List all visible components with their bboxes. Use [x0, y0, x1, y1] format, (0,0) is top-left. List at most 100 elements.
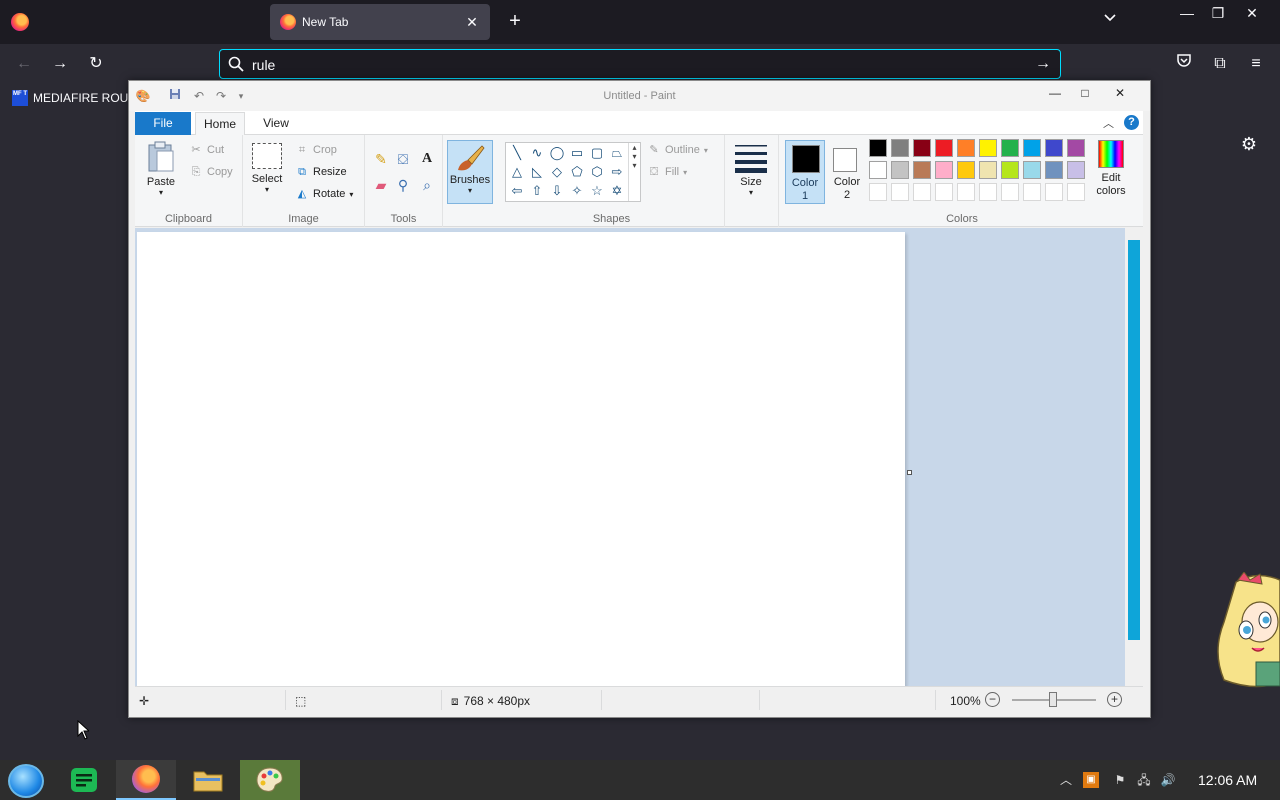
- canvas-resize-handle[interactable]: [907, 470, 912, 475]
- copy-button[interactable]: ⎘ Copy: [189, 165, 233, 179]
- brushes-dropdown-icon[interactable]: ▾: [448, 186, 492, 195]
- close-tab-icon[interactable]: ✕: [462, 12, 482, 32]
- status-divider: [601, 690, 602, 710]
- tab-view[interactable]: View: [251, 112, 301, 135]
- paste-button[interactable]: Paste ▾: [141, 141, 181, 197]
- four-point-star-shape-icon[interactable]: ✧: [568, 182, 586, 200]
- taskbar-notes-app[interactable]: [54, 760, 114, 800]
- left-arrow-shape-icon[interactable]: ⇦: [508, 182, 526, 200]
- new-tab-button[interactable]: +: [504, 10, 526, 32]
- triangle-shape-icon[interactable]: △: [508, 163, 526, 181]
- outline-dropdown-icon: ▾: [703, 145, 708, 155]
- bookmark-mediafire[interactable]: MF T MEDIAFIRE ROULE: [12, 89, 143, 107]
- zoom-in-icon[interactable]: +: [1107, 692, 1122, 707]
- url-input[interactable]: rule: [252, 57, 275, 73]
- up-arrow-shape-icon[interactable]: ⇧: [528, 182, 546, 200]
- paint-title-bar[interactable]: 🎨 ↶ ↷ ▾ Untitled - Paint — □ ✕: [129, 81, 1150, 111]
- volume-speaker-icon[interactable]: 🔊: [1160, 772, 1176, 788]
- right-arrow-shape-icon[interactable]: ⇨: [608, 163, 626, 181]
- extensions-puzzle-icon[interactable]: ⧉: [1208, 52, 1232, 76]
- select-button[interactable]: Select ▾: [249, 143, 285, 194]
- close-window-button[interactable]: ✕: [1235, 2, 1269, 24]
- taskbar-firefox[interactable]: [116, 760, 176, 800]
- start-menu-orb-icon[interactable]: [8, 764, 44, 798]
- tab-home[interactable]: Home: [195, 112, 245, 135]
- mouse-cursor-icon: [77, 720, 89, 740]
- menu-hamburger-icon[interactable]: ≡: [1244, 52, 1268, 76]
- eraser-icon[interactable]: ▰: [371, 175, 391, 195]
- restore-window-button[interactable]: ❐: [1201, 2, 1235, 24]
- back-arrow-icon[interactable]: ←: [12, 52, 36, 76]
- rounded-rectangle-shape-icon[interactable]: ▢: [588, 144, 606, 162]
- url-bar[interactable]: rule →: [219, 49, 1061, 79]
- tab-file[interactable]: File: [135, 112, 191, 135]
- help-icon[interactable]: ?: [1124, 115, 1139, 130]
- hexagon-shape-icon[interactable]: ⬡: [588, 163, 606, 181]
- pencil-icon[interactable]: ✎: [371, 149, 391, 169]
- scissors-icon: ✂: [191, 144, 201, 156]
- select-dropdown-icon[interactable]: ▾: [249, 185, 285, 194]
- mediafire-bookmark-icon: MF T: [12, 90, 28, 106]
- action-center-flag-icon[interactable]: ⚑: [1112, 772, 1128, 788]
- show-hidden-icons-chevron-icon[interactable]: ︿: [1058, 772, 1074, 788]
- polygon-shape-icon[interactable]: ⏢: [608, 144, 626, 162]
- cut-label: Cut: [207, 144, 225, 156]
- collapse-ribbon-icon[interactable]: ︿: [1103, 115, 1117, 130]
- five-point-star-shape-icon[interactable]: ☆: [588, 182, 606, 200]
- line-shape-icon[interactable]: ╲: [508, 144, 526, 162]
- tools-group-label: Tools: [390, 213, 417, 225]
- pocket-icon[interactable]: [1172, 52, 1196, 76]
- size-button[interactable]: Size ▾: [731, 143, 771, 197]
- vertical-scrollbar-thumb[interactable]: [1128, 240, 1140, 640]
- browser-tab-bar: New Tab ✕ + — ❐ ✕: [0, 0, 1280, 44]
- crop-button[interactable]: ⌗ Crop: [295, 143, 337, 157]
- drawing-canvas[interactable]: [137, 232, 905, 686]
- fill-button[interactable]: ⛋ Fill ▾: [647, 165, 687, 179]
- folder-icon: [193, 771, 223, 792]
- paint-close-button[interactable]: ✕: [1106, 83, 1134, 103]
- taskbar-clock[interactable]: 12:06 AM: [1198, 772, 1257, 788]
- right-triangle-shape-icon[interactable]: ◺: [528, 163, 546, 181]
- tab-new-tab[interactable]: New Tab ✕: [270, 4, 490, 40]
- shapes-scrollbar[interactable]: ▴ ▾ ▾: [628, 143, 640, 201]
- taskbar-file-explorer[interactable]: [178, 760, 238, 800]
- shapes-group-label: Shapes: [592, 213, 631, 225]
- list-all-tabs-chevron-icon[interactable]: [1098, 10, 1122, 34]
- resize-button[interactable]: ⧉ Resize: [295, 165, 347, 179]
- color-picker-icon[interactable]: ⚲: [393, 175, 413, 195]
- fill-bucket-icon[interactable]: ⛋: [393, 149, 413, 169]
- six-point-star-shape-icon[interactable]: ✡: [608, 182, 626, 200]
- minimize-window-button[interactable]: —: [1170, 2, 1204, 24]
- taskbar-paint[interactable]: [240, 760, 300, 800]
- cut-button[interactable]: ✂ Cut: [189, 143, 224, 157]
- oval-shape-icon[interactable]: ◯: [548, 144, 566, 162]
- vertical-scrollbar[interactable]: [1125, 228, 1143, 686]
- zoom-out-icon[interactable]: −: [985, 692, 1000, 707]
- paint-minimize-button[interactable]: —: [1041, 83, 1069, 103]
- text-tool-icon[interactable]: A: [417, 149, 437, 169]
- firefox-logo-icon[interactable]: [11, 13, 29, 31]
- paste-dropdown-icon[interactable]: ▾: [141, 188, 181, 197]
- app-tray-icon[interactable]: ▣: [1083, 772, 1099, 788]
- go-arrow-icon[interactable]: →: [1032, 53, 1054, 75]
- curve-shape-icon[interactable]: ∿: [528, 144, 546, 162]
- network-icon[interactable]: 🖧: [1136, 772, 1152, 788]
- paint-maximize-button[interactable]: □: [1071, 83, 1099, 103]
- firefox-taskbar-icon: [132, 765, 160, 793]
- down-arrow-shape-icon[interactable]: ⇩: [548, 182, 566, 200]
- resize-label: Resize: [313, 166, 347, 178]
- reload-icon[interactable]: ↻: [84, 52, 108, 76]
- rectangle-shape-icon[interactable]: ▭: [568, 144, 586, 162]
- zoom-slider-thumb[interactable]: [1049, 692, 1057, 707]
- rotate-button[interactable]: ◭ Rotate ▾: [295, 187, 354, 201]
- diamond-shape-icon[interactable]: ◇: [548, 163, 566, 181]
- magnifier-icon[interactable]: ⌕: [417, 175, 437, 195]
- pentagon-shape-icon[interactable]: ⬠: [568, 163, 586, 181]
- forward-arrow-icon[interactable]: →: [48, 52, 72, 76]
- gear-icon[interactable]: ⚙: [1238, 134, 1260, 156]
- select-label: Select: [251, 173, 283, 185]
- character-sticker-image: [1216, 572, 1280, 696]
- copy-label: Copy: [207, 166, 233, 178]
- brushes-button[interactable]: Brushes ▾: [447, 140, 493, 204]
- outline-button[interactable]: ✎ Outline ▾: [647, 143, 708, 157]
